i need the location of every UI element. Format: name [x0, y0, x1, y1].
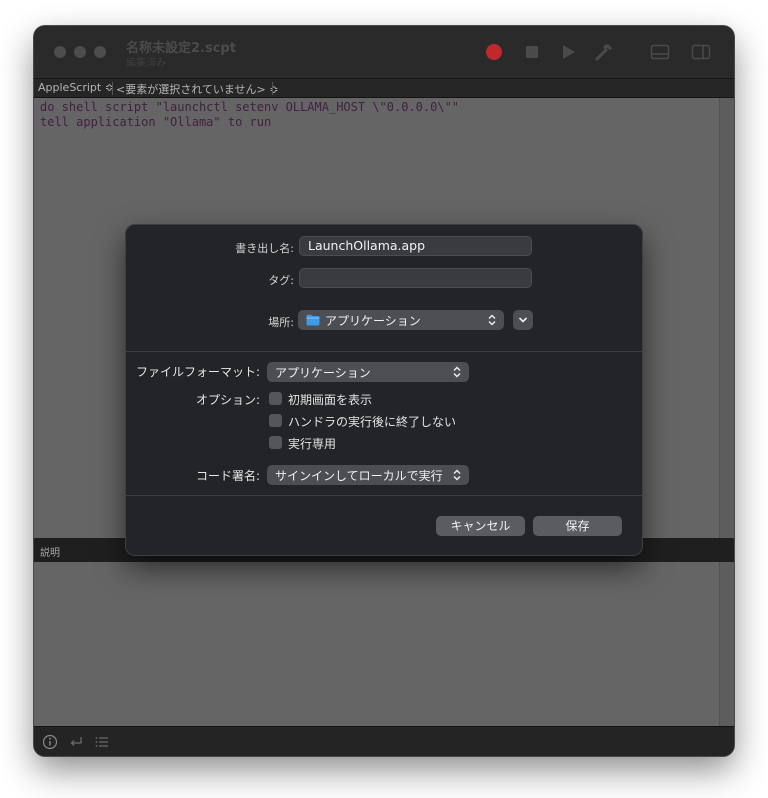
- window-subtitle: 編集済み: [126, 58, 166, 69]
- location-popup[interactable]: アプリケーション: [298, 310, 504, 330]
- tags-input[interactable]: [299, 268, 532, 288]
- file-format-value: アプリケーション: [275, 366, 371, 380]
- close-window-button[interactable]: [54, 46, 66, 58]
- run-only-label: 実行専用: [288, 437, 337, 451]
- editor-scrollbar[interactable]: [719, 98, 734, 538]
- save-button[interactable]: 保存: [533, 516, 622, 536]
- return-icon[interactable]: [68, 734, 84, 750]
- split-bottom-view-icon[interactable]: [650, 42, 670, 62]
- dialog-divider: [126, 495, 642, 496]
- minimize-window-button[interactable]: [74, 46, 86, 58]
- export-name-input[interactable]: LaunchOllama.app: [299, 236, 532, 256]
- info-icon[interactable]: [42, 734, 58, 750]
- code-sign-popup[interactable]: サインインしてローカルで実行: [267, 465, 469, 485]
- tags-label: タグ:: [268, 274, 294, 287]
- stop-icon[interactable]: [522, 42, 542, 62]
- options-label: オプション:: [195, 393, 260, 407]
- description-scrollbar[interactable]: [719, 562, 734, 726]
- show-startup-screen-label: 初期画面を表示: [288, 393, 373, 407]
- expand-browser-button[interactable]: [513, 310, 533, 330]
- updown-chevron-icon: [453, 366, 461, 378]
- file-format-label: ファイルフォーマット:: [135, 365, 260, 379]
- code-line-2[interactable]: tell application "Ollama" to run: [40, 115, 271, 129]
- hammer-icon[interactable]: [594, 42, 614, 62]
- file-format-popup[interactable]: アプリケーション: [267, 362, 469, 382]
- code-line-1[interactable]: do shell script "launchctl setenv OLLAMA…: [40, 100, 459, 114]
- code-sign-value: サインインしてローカルで実行: [275, 469, 443, 483]
- navbar-divider: [272, 82, 273, 95]
- record-icon[interactable]: [484, 42, 504, 62]
- stay-open-checkbox[interactable]: [269, 414, 282, 427]
- export-dialog: 書き出し名: LaunchOllama.app タグ: 場所: アプリケーション…: [126, 225, 642, 555]
- cancel-button[interactable]: キャンセル: [436, 516, 525, 536]
- list-icon[interactable]: [94, 734, 110, 750]
- element-selector[interactable]: <要素が選択されていません> ≎: [116, 81, 279, 97]
- updown-chevron-icon: [488, 314, 496, 326]
- location-value: アプリケーション: [325, 314, 421, 328]
- language-selector[interactable]: AppleScript ≎: [38, 81, 114, 94]
- run-only-checkbox[interactable]: [269, 436, 282, 449]
- description-area[interactable]: [34, 562, 719, 726]
- updown-chevron-icon: [453, 469, 461, 481]
- description-label: 説明: [40, 548, 60, 559]
- export-name-label: 書き出し名:: [235, 242, 294, 255]
- title-bar: 名称未設定2.scpt 編集済み: [34, 26, 734, 78]
- zoom-window-button[interactable]: [94, 46, 106, 58]
- folder-icon: [306, 314, 320, 326]
- dialog-divider: [126, 351, 642, 352]
- stay-open-label: ハンドラの実行後に終了しない: [288, 415, 457, 429]
- run-icon[interactable]: [558, 42, 578, 62]
- navigation-bar: AppleScript ≎ <要素が選択されていません> ≎: [34, 78, 734, 98]
- show-startup-screen-checkbox[interactable]: [269, 392, 282, 405]
- bottom-bar: [34, 726, 734, 756]
- chevron-down-icon: [518, 317, 528, 323]
- navbar-divider: [112, 82, 113, 95]
- location-label: 場所:: [268, 316, 294, 329]
- sidebar-view-icon[interactable]: [691, 42, 711, 62]
- code-sign-label: コード署名:: [195, 469, 260, 483]
